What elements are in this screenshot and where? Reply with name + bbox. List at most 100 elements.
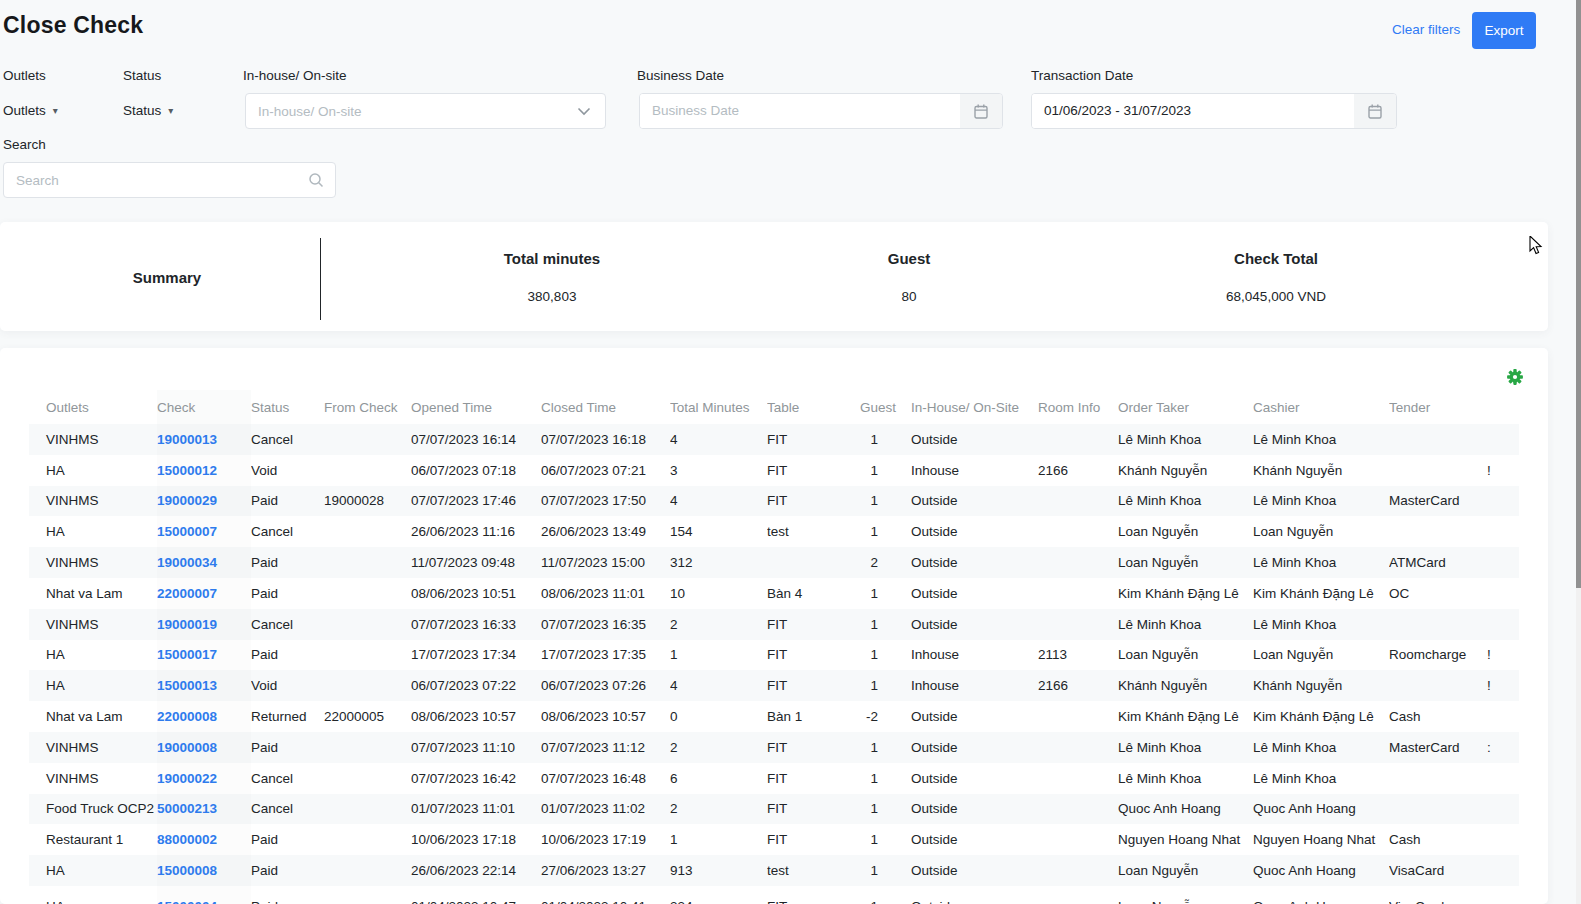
check-number-link[interactable]: 19000022 [157,771,217,786]
cell: 17/07/2023 17:35 [541,640,670,671]
column-header-status[interactable]: Status [251,390,324,424]
cell: 19000008 [157,732,251,763]
cell [1038,578,1118,609]
clear-filters-link[interactable]: Clear filters [1392,22,1460,37]
cell: Cancel [251,794,324,825]
cell: HA [29,886,157,904]
column-header-opened-time[interactable]: Opened Time [411,390,541,424]
cell: Bàn 1 [767,701,860,732]
cell: 19000029 [157,486,251,517]
cell: test [767,516,860,547]
cell: VisaCard [1389,855,1487,886]
cell: 17/07/2023 17:34 [411,640,541,671]
cell: 19000022 [157,763,251,794]
cell: Outside [911,547,1038,578]
check-number-link[interactable]: 19000019 [157,617,217,632]
cell: Void [251,455,324,486]
cell: ATMCard [1389,547,1487,578]
check-number-link[interactable]: 22000007 [157,586,217,601]
column-header-closed-time[interactable]: Closed Time [541,390,670,424]
column-header-table[interactable]: Table [767,390,860,424]
cell [324,763,411,794]
column-header-extra[interactable] [1487,390,1519,424]
page-scrollbar[interactable] [1576,0,1581,904]
cell [1038,794,1118,825]
cell [1389,794,1487,825]
check-number-link[interactable]: 19000029 [157,493,217,508]
cell: 07/07/2023 17:50 [541,486,670,517]
column-header-outlets[interactable]: Outlets [29,390,157,424]
outlets-filter-label: Outlets [3,68,46,83]
check-number-link[interactable]: 15000004 [157,899,217,904]
cell: 22000007 [157,578,251,609]
cell: Roomcharge [1389,640,1487,671]
search-input[interactable]: Search [3,162,336,198]
transaction-date-input[interactable]: 01/06/2023 - 31/07/2023 [1031,93,1397,129]
column-header-room-info[interactable]: Room Info [1038,390,1118,424]
calendar-icon [1368,104,1382,119]
cell [1487,794,1519,825]
cell [1389,455,1487,486]
transaction-date-value: 01/06/2023 - 31/07/2023 [1032,94,1354,128]
cell: 1 [860,732,911,763]
table-row: VINHMS19000008Paid07/07/2023 11:1007/07/… [29,732,1519,763]
business-date-input[interactable]: Business Date [639,93,1003,129]
cell [1487,609,1519,640]
cell: 08/06/2023 10:51 [411,578,541,609]
column-header-total-minutes[interactable]: Total Minutes [670,390,767,424]
column-header-guest[interactable]: Guest [860,390,911,424]
check-number-link[interactable]: 88000002 [157,832,217,847]
check-number-link[interactable]: 15000017 [157,647,217,662]
cell: 1 [860,763,911,794]
inhouse-select[interactable]: In-house/ On-site [245,93,606,129]
cell [1389,516,1487,547]
table-settings-gear-icon[interactable] [1507,369,1523,385]
check-number-link[interactable]: 15000013 [157,678,217,693]
check-number-link[interactable]: 19000008 [157,740,217,755]
check-number-link[interactable]: 15000012 [157,463,217,478]
cell: Outside [911,609,1038,640]
cell: 2 [670,794,767,825]
cell: Paid [251,732,324,763]
stat-check-total-label: Check Total [1234,250,1318,267]
scrollbar-thumb[interactable] [1576,0,1581,588]
cell: Lê Minh Khoa [1253,486,1389,517]
cell [324,732,411,763]
cell: Outside [911,701,1038,732]
column-header-order-taker[interactable]: Order Taker [1118,390,1253,424]
check-number-link[interactable]: 50000213 [157,801,217,816]
cell: 01/04/2023 10:47 [411,886,541,904]
cell: 4 [670,424,767,455]
check-number-link[interactable]: 19000013 [157,432,217,447]
cell: Cancel [251,424,324,455]
status-dropdown[interactable]: Status▾ [123,93,173,129]
cell: Cash [1389,824,1487,855]
cell: 2166 [1038,670,1118,701]
column-header-from-check[interactable]: From Check [324,390,411,424]
column-header-tender[interactable]: Tender [1389,390,1487,424]
cell: 1 [860,455,911,486]
cell: 3 [670,455,767,486]
column-header-cashier[interactable]: Cashier [1253,390,1389,424]
stat-guest-value: 80 [901,289,916,304]
export-button[interactable]: Export [1472,12,1536,49]
cell: 2166 [1038,455,1118,486]
cell: Lê Minh Khoa [1253,609,1389,640]
cell: 22000008 [157,701,251,732]
cell: Nhat va Lam [29,578,157,609]
check-number-link[interactable]: 22000008 [157,709,217,724]
check-number-link[interactable]: 19000034 [157,555,217,570]
cell: Kim Khánh Đặng Lê [1253,701,1389,732]
cell [1487,516,1519,547]
cell: Inhouse [911,640,1038,671]
cell: 07/07/2023 16:35 [541,609,670,640]
table-row: VINHMS19000019Cancel07/07/2023 16:3307/0… [29,609,1519,640]
outlets-dropdown[interactable]: Outlets▾ [3,93,58,129]
cell: Nhat va Lam [29,701,157,732]
check-number-link[interactable]: 15000008 [157,863,217,878]
table-row: HA15000007Cancel26/06/2023 11:1626/06/20… [29,516,1519,547]
column-header-check[interactable]: Check [157,390,251,424]
cell: HA [29,670,157,701]
check-number-link[interactable]: 15000007 [157,524,217,539]
column-header-in-house-on-site[interactable]: In-House/ On-Site [911,390,1038,424]
